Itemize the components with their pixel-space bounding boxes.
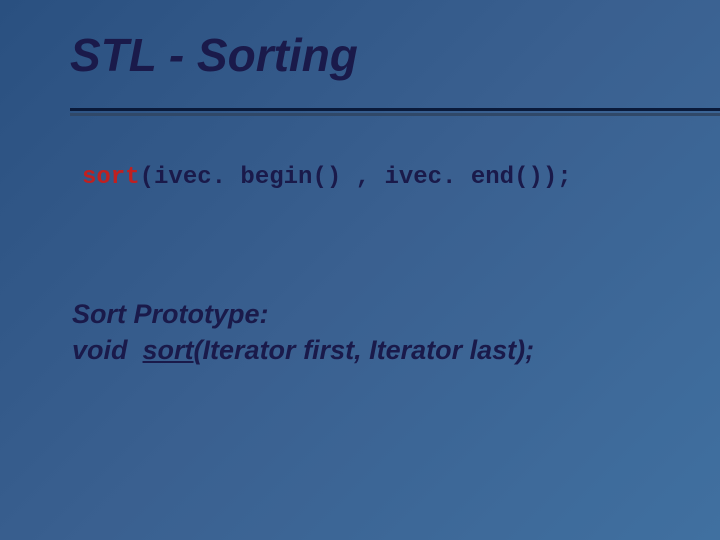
prototype-label: Sort Prototype: <box>72 296 534 332</box>
prototype-args: (Iterator first, Iterator last); <box>194 335 535 365</box>
code-example: sort(ivec. begin() , ivec. end()); <box>82 164 572 191</box>
prototype-block: Sort Prototype: void sort(Iterator first… <box>72 296 534 369</box>
slide-title: STL - Sorting <box>70 28 358 82</box>
code-keyword: sort <box>82 164 140 191</box>
prototype-void: void <box>72 335 128 365</box>
code-body: (ivec. begin() , ivec. end()); <box>140 164 572 191</box>
prototype-signature: void sort(Iterator first, Iterator last)… <box>72 332 534 368</box>
title-underline <box>0 108 720 116</box>
prototype-sort-kw: sort <box>143 335 194 365</box>
